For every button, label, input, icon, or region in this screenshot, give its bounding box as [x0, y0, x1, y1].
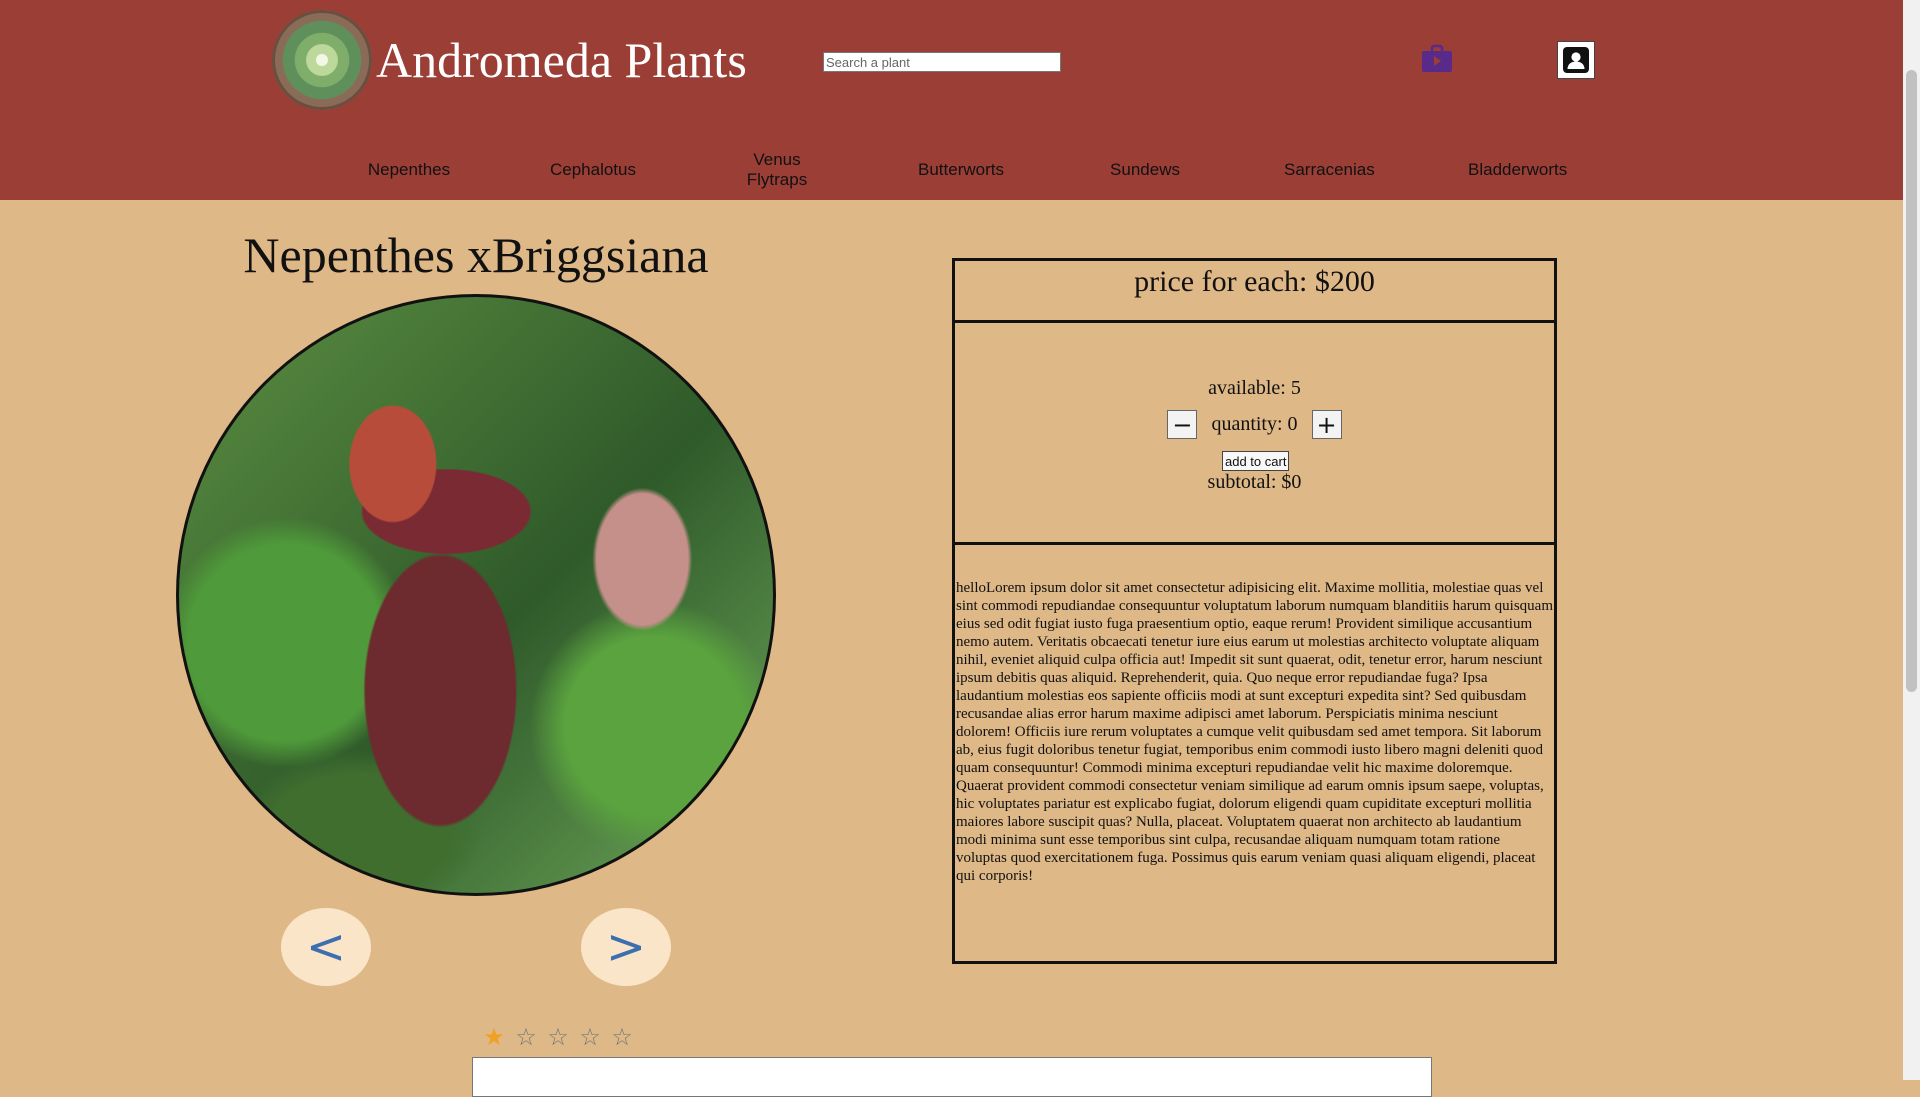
previous-image-button[interactable]: < [281, 908, 371, 986]
next-image-button[interactable]: > [581, 908, 671, 986]
account-button[interactable] [1557, 41, 1595, 79]
price-each: price for each: $200 [955, 261, 1554, 323]
product-title: Nepenthes xBriggsiana [243, 227, 709, 283]
nav-cephalotus[interactable]: Cephalotus [501, 150, 685, 190]
increase-quantity-button[interactable]: + [1311, 410, 1342, 439]
user-profile-icon [1563, 47, 1589, 73]
star-3-icon[interactable]: ☆ [542, 1023, 574, 1051]
nav-butterworts[interactable]: Butterworts [869, 150, 1053, 190]
site-header: Andromeda Plants Nepenthes Cephalotus Ve… [0, 0, 1903, 200]
subtotal: subtotal: $0 [1207, 471, 1302, 493]
search-input[interactable] [823, 52, 1061, 72]
shopping-bag-icon [1422, 44, 1452, 72]
review-textarea[interactable] [472, 1057, 1432, 1097]
product-description: helloLorem ipsum dolor sit amet consecte… [956, 580, 1553, 884]
star-rating: ★ ☆ ☆ ☆ ☆ [478, 1023, 638, 1051]
succulent-logo-icon [272, 10, 372, 110]
quantity-stepper: − quantity: 0 + [955, 410, 1554, 439]
page-scrollbar[interactable] [1903, 0, 1920, 1080]
star-1-icon[interactable]: ★ [478, 1023, 510, 1051]
star-5-icon[interactable]: ☆ [606, 1023, 638, 1051]
brand-logo[interactable]: Andromeda Plants [272, 8, 747, 112]
nav-sarracenias[interactable]: Sarracenias [1237, 150, 1421, 190]
nav-nepenthes[interactable]: Nepenthes [317, 150, 501, 190]
category-nav: Nepenthes Cephalotus Venus Flytraps Butt… [317, 150, 1917, 190]
nav-sundews[interactable]: Sundews [1053, 150, 1237, 190]
nav-venus-flytraps[interactable]: Venus Flytraps [685, 150, 869, 190]
product-image [176, 294, 776, 896]
decrease-quantity-button[interactable]: − [1167, 410, 1198, 439]
nav-bladderworts[interactable]: Bladderworts [1421, 150, 1605, 190]
add-to-cart-button[interactable]: add to cart [1222, 451, 1290, 471]
stock-available: available: 5 [1208, 377, 1301, 399]
star-4-icon[interactable]: ☆ [574, 1023, 606, 1051]
quantity-value: quantity: 0 [1211, 413, 1298, 435]
star-2-icon[interactable]: ☆ [510, 1023, 542, 1051]
scrollbar-thumb[interactable] [1906, 70, 1917, 692]
cart-button[interactable] [1422, 44, 1452, 72]
brand-name: Andromeda Plants [376, 32, 747, 88]
purchase-panel: price for each: $200 available: 5 − quan… [952, 258, 1557, 964]
purchase-controls: available: 5 − quantity: 0 + add to cart… [955, 323, 1554, 545]
